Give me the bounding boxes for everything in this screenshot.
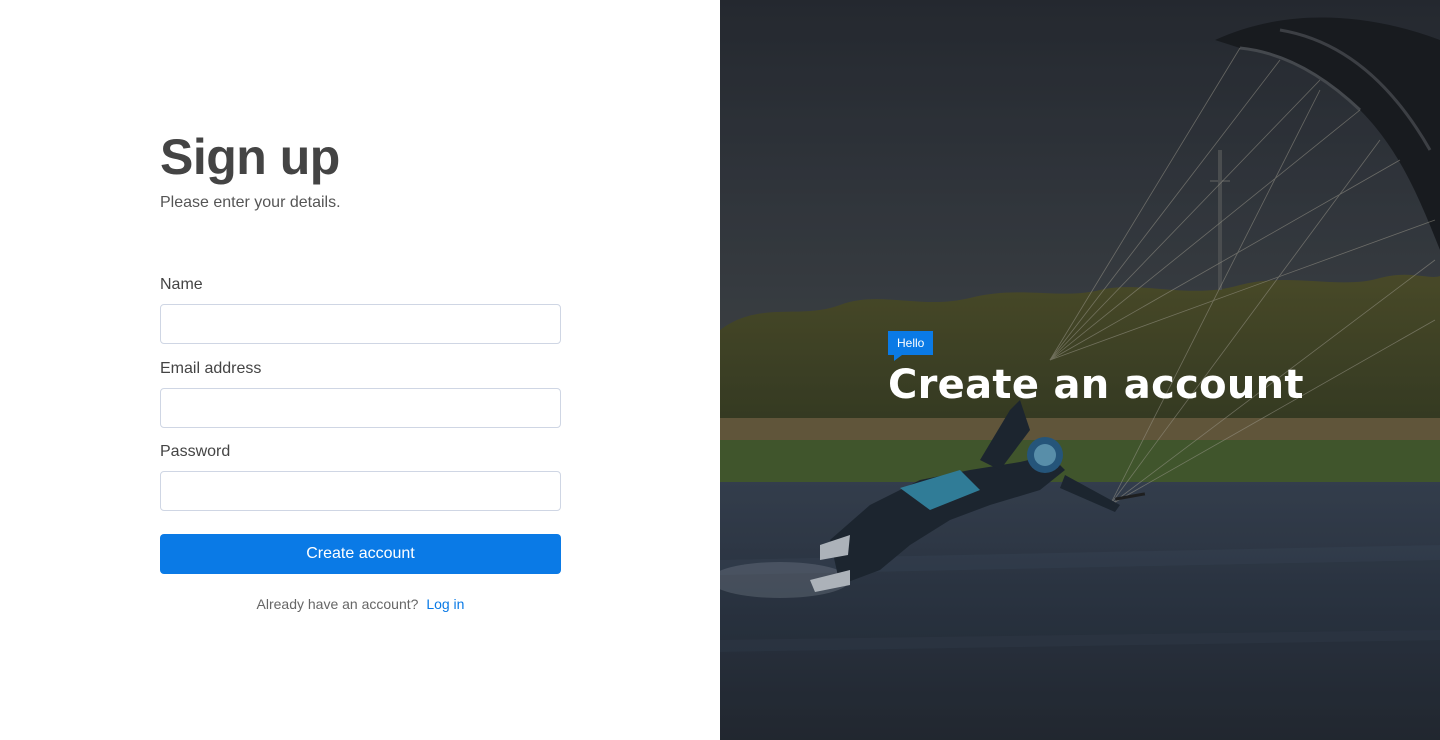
signup-form-panel: Sign up Please enter your details. Name … — [0, 0, 720, 740]
signup-form: Sign up Please enter your details. Name … — [160, 129, 561, 612]
signup-page: Sign up Please enter your details. Name … — [0, 0, 1440, 740]
login-prompt-text: Already have an account? — [256, 596, 419, 612]
name-input[interactable] — [160, 304, 561, 344]
name-label: Name — [160, 276, 203, 293]
hero-title: Create an account — [888, 362, 1304, 408]
login-prompt-row: Already have an account? Log in — [160, 596, 561, 612]
page-subtitle: Please enter your details. — [160, 194, 341, 211]
password-label: Password — [160, 443, 231, 460]
email-input[interactable] — [160, 388, 561, 428]
hello-badge: Hello — [888, 331, 934, 361]
hero-panel: Hello Create an account — [720, 0, 1440, 740]
email-field-group: Email address — [160, 360, 561, 428]
name-field-group: Name — [160, 276, 561, 344]
login-link[interactable]: Log in — [426, 596, 464, 612]
password-input[interactable] — [160, 471, 561, 511]
password-field-group: Password — [160, 443, 561, 511]
create-account-button[interactable]: Create account — [160, 534, 561, 574]
page-title: Sign up — [160, 129, 340, 185]
email-label: Email address — [160, 360, 262, 377]
